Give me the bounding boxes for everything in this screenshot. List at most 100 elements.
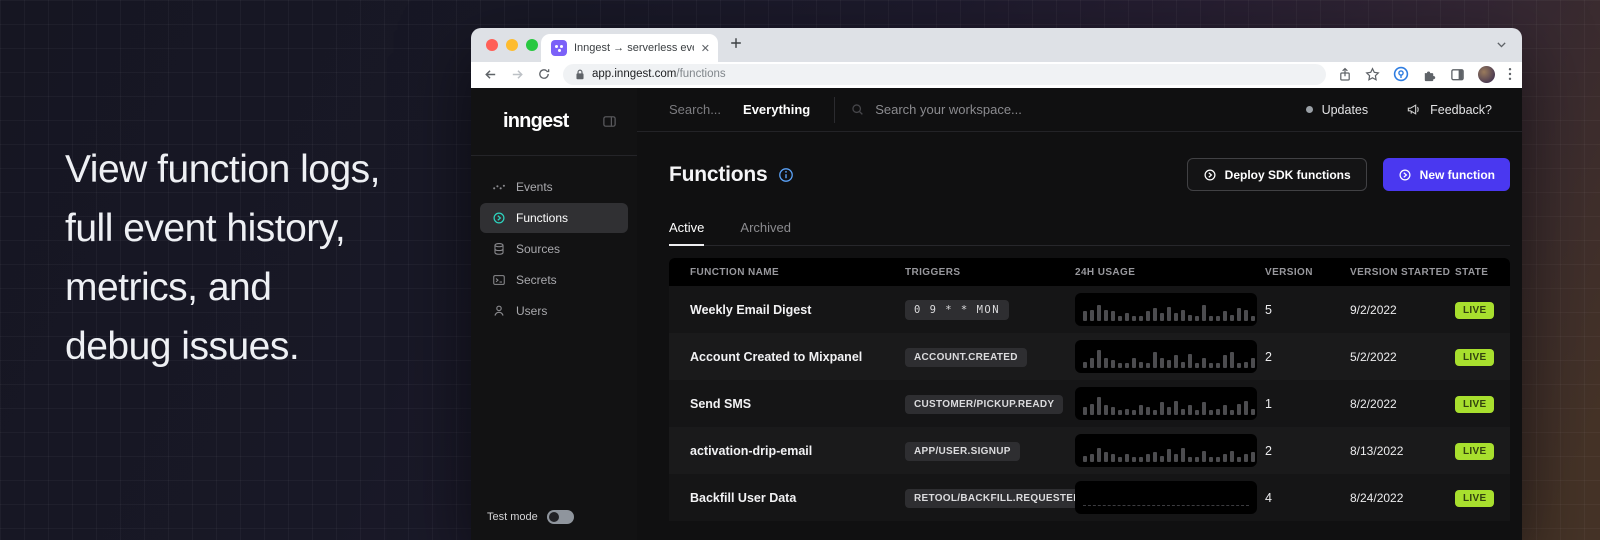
workspace-search-input[interactable]	[875, 102, 1135, 117]
sidebar-item-users[interactable]: Users	[480, 296, 628, 326]
workspace-topbar: Search... Everything Updates Feedback?	[637, 88, 1522, 132]
version-started-value: 9/2/2022	[1350, 303, 1455, 317]
table-header: FUNCTION NAME TRIGGERS 24H USAGE VERSION…	[669, 258, 1510, 286]
table-row[interactable]: Backfill User Data RETOOL/BACKFILL.REQUE…	[669, 474, 1510, 521]
tab-close-icon[interactable]: ✕	[701, 42, 710, 55]
inngest-logo: inngest	[503, 110, 569, 133]
table-row[interactable]: activation-drip-email APP/USER.SIGNUP 2 …	[669, 427, 1510, 474]
side-panel-icon[interactable]	[1450, 67, 1465, 82]
new-function-button[interactable]: New function	[1383, 158, 1510, 191]
marketing-canvas: View function logs, full event history, …	[0, 0, 1600, 540]
database-icon	[492, 242, 506, 256]
col-function-name: FUNCTION NAME	[690, 267, 905, 278]
share-icon[interactable]	[1338, 67, 1352, 82]
test-mode-toggle[interactable]	[547, 510, 574, 524]
extensions-puzzle-icon[interactable]	[1422, 67, 1437, 82]
usage-sparkline	[1075, 481, 1257, 514]
updates-status-dot	[1306, 106, 1313, 113]
state-badge: LIVE	[1455, 349, 1494, 366]
hero-line: full event history,	[65, 209, 380, 248]
function-name: Account Created to Mixpanel	[690, 350, 905, 364]
trigger-badge: RETOOL/BACKFILL.REQUESTED	[905, 489, 1090, 508]
sidebar-item-label: Events	[516, 180, 553, 194]
tab-archived[interactable]: Archived	[740, 220, 791, 245]
state-badge: LIVE	[1455, 490, 1494, 507]
search-label[interactable]: Search...	[669, 102, 721, 117]
state-badge: LIVE	[1455, 396, 1494, 413]
url-text: app.inngest.com/functions	[592, 68, 726, 80]
version-value: 4	[1265, 491, 1350, 505]
version-value: 2	[1265, 350, 1350, 364]
trigger-badge: 0 9 * * MON	[905, 300, 1009, 320]
feedback-link[interactable]: Feedback?	[1430, 103, 1492, 117]
hero-copy: View function logs, full event history, …	[65, 150, 380, 386]
profile-avatar[interactable]	[1478, 66, 1495, 83]
col-version-started: VERSION STARTED	[1350, 267, 1455, 278]
close-window-button[interactable]	[486, 39, 498, 51]
version-value: 1	[1265, 397, 1350, 411]
minimize-window-button[interactable]	[506, 39, 518, 51]
col-state: STATE	[1455, 267, 1510, 278]
version-started-value: 8/13/2022	[1350, 444, 1455, 458]
forward-icon[interactable]	[510, 67, 525, 82]
sidebar-item-events[interactable]: Events	[480, 172, 628, 202]
main-area: Search... Everything Updates Feedback?	[637, 88, 1522, 540]
function-name: Weekly Email Digest	[690, 303, 905, 317]
hero-line: debug issues.	[65, 327, 380, 366]
new-function-icon	[1398, 168, 1412, 182]
function-name: Backfill User Data	[690, 491, 905, 505]
sidebar-item-sources[interactable]: Sources	[480, 234, 628, 264]
megaphone-icon	[1406, 102, 1421, 117]
sidebar-item-label: Functions	[516, 211, 568, 225]
functions-table: FUNCTION NAME TRIGGERS 24H USAGE VERSION…	[669, 258, 1510, 521]
browser-url-bar: app.inngest.com/functions	[471, 62, 1522, 88]
inngest-app: inngest Events	[471, 88, 1522, 540]
sidebar-item-functions[interactable]: Functions	[480, 203, 628, 233]
back-icon[interactable]	[483, 67, 498, 82]
terminal-icon	[492, 273, 506, 287]
usage-sparkline	[1075, 434, 1257, 467]
state-badge: LIVE	[1455, 443, 1494, 460]
sidebar-item-secrets[interactable]: Secrets	[480, 265, 628, 295]
col-triggers: TRIGGERS	[905, 267, 1075, 278]
version-started-value: 5/2/2022	[1350, 350, 1455, 364]
tab-active[interactable]: Active	[669, 220, 704, 246]
functions-icon	[492, 211, 506, 225]
version-value: 5	[1265, 303, 1350, 317]
topbar-divider	[834, 97, 835, 123]
table-row[interactable]: Weekly Email Digest 0 9 * * MON 5 9/2/20…	[669, 286, 1510, 333]
functions-page: Functions Deploy SDK functions	[637, 132, 1522, 540]
user-icon	[492, 304, 506, 318]
info-icon[interactable]	[778, 167, 794, 183]
updates-link[interactable]: Updates	[1322, 103, 1369, 117]
address-bar[interactable]: app.inngest.com/functions	[563, 64, 1326, 85]
deploy-icon	[1203, 168, 1217, 182]
trigger-badge: CUSTOMER/PICKUP.READY	[905, 395, 1063, 414]
col-24h-usage: 24H USAGE	[1075, 267, 1265, 278]
lock-icon	[575, 69, 585, 80]
test-mode-label: Test mode	[487, 511, 538, 523]
sidebar-item-label: Secrets	[516, 273, 557, 287]
browser-menu-icon[interactable]	[1508, 67, 1512, 81]
zoom-window-button[interactable]	[526, 39, 538, 51]
bookmark-star-icon[interactable]	[1365, 67, 1380, 82]
refresh-icon[interactable]	[537, 67, 551, 81]
hero-line: View function logs,	[65, 150, 380, 189]
browser-window: Inngest → serverless event-dri ✕	[471, 28, 1522, 540]
deploy-sdk-functions-button[interactable]: Deploy SDK functions	[1187, 158, 1367, 191]
tab-search-chevron-icon[interactable]	[1495, 38, 1508, 51]
new-tab-button[interactable]	[729, 36, 743, 50]
list-tabs: Active Archived	[669, 220, 1510, 246]
version-started-value: 8/24/2022	[1350, 491, 1455, 505]
onepassword-extension-icon[interactable]	[1393, 66, 1409, 82]
table-row[interactable]: Account Created to Mixpanel ACCOUNT.CREA…	[669, 333, 1510, 380]
table-row[interactable]: Send SMS CUSTOMER/PICKUP.READY 1 8/2/202…	[669, 380, 1510, 427]
search-scope-everything[interactable]: Everything	[743, 102, 810, 117]
usage-sparkline	[1075, 387, 1257, 420]
inngest-favicon-icon	[551, 40, 567, 56]
usage-sparkline	[1075, 293, 1257, 326]
collapse-sidebar-icon[interactable]	[602, 114, 617, 129]
sidebar-item-label: Sources	[516, 242, 560, 256]
function-name: Send SMS	[690, 397, 905, 411]
browser-tab[interactable]: Inngest → serverless event-dri ✕	[541, 34, 718, 62]
